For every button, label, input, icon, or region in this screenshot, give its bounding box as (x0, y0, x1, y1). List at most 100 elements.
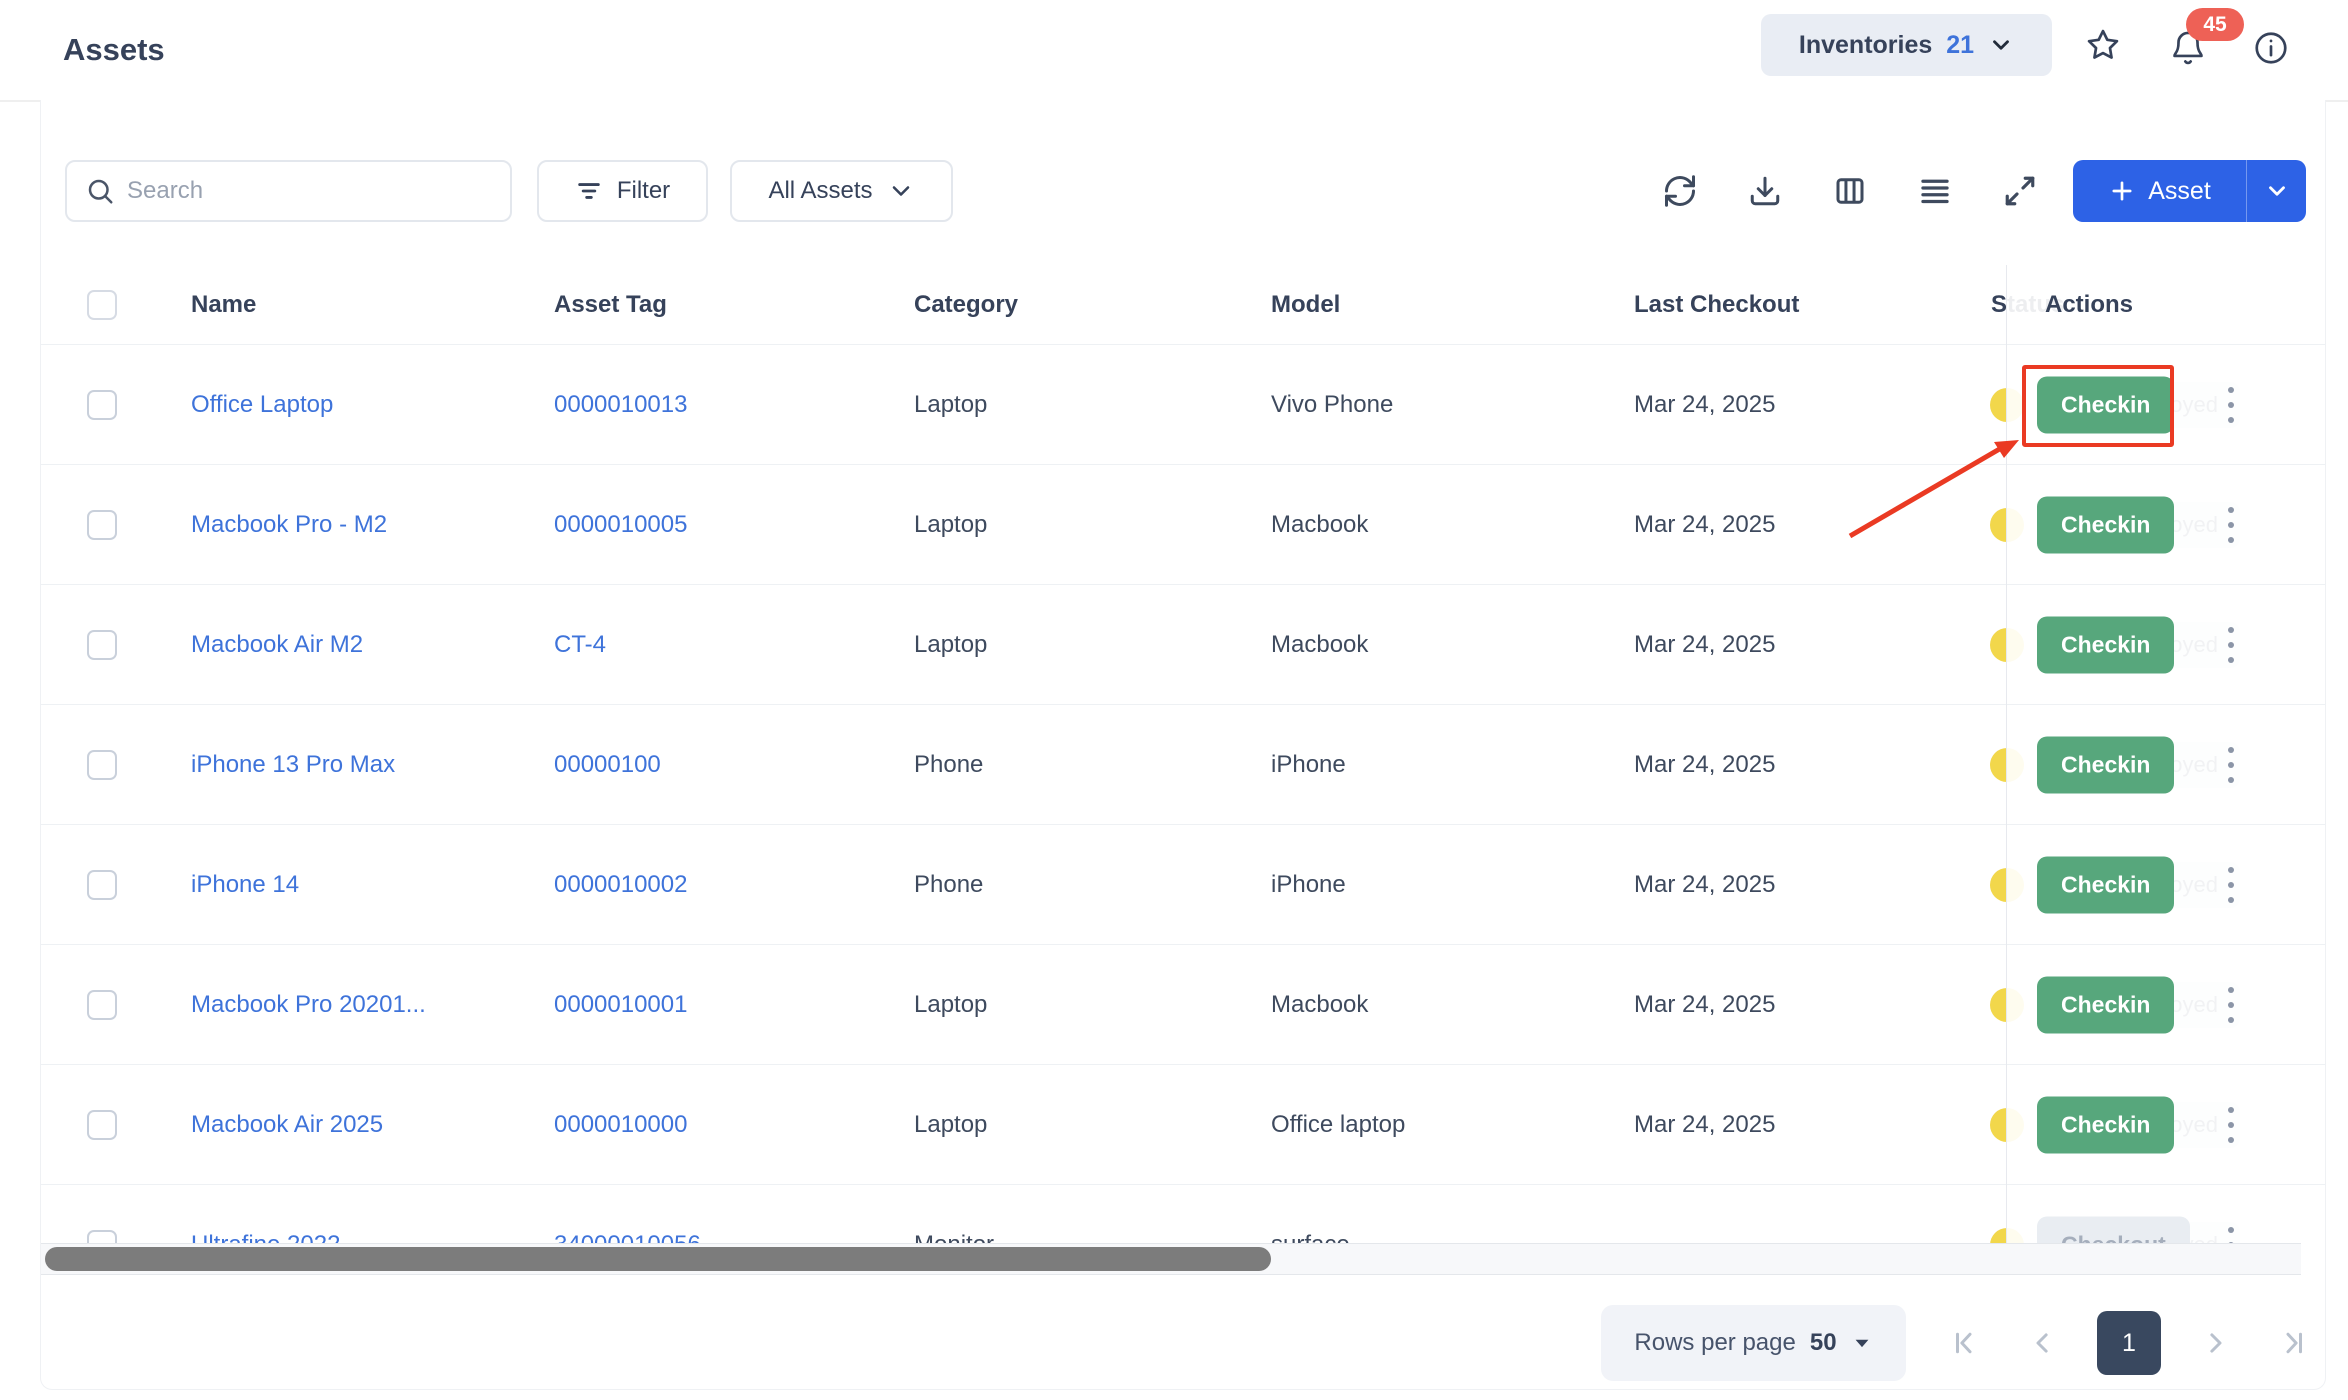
kebab-menu-icon[interactable] (2211, 375, 2251, 435)
column-header-name[interactable]: Name (191, 291, 256, 319)
asset-name-link[interactable]: iPhone 14 (191, 871, 299, 899)
columns-icon[interactable] (1831, 172, 1869, 210)
actions-sticky-column: Actions Checkin Checkin Checkin Checkin … (2006, 265, 2325, 1255)
actions-cell: Checkin (2007, 465, 2325, 585)
row-checkbox[interactable] (87, 510, 117, 540)
filter-label: Filter (617, 177, 670, 205)
row-checkbox[interactable] (87, 390, 117, 420)
kebab-menu-icon[interactable] (2211, 735, 2251, 795)
current-page-button[interactable]: 1 (2097, 1311, 2161, 1375)
column-header-asset-tag[interactable]: Asset Tag (554, 291, 667, 319)
asset-name-link[interactable]: Macbook Air 2025 (191, 1111, 383, 1139)
chevron-down-icon (2264, 178, 2290, 204)
rows-per-page-dropdown[interactable]: Rows per page 50 (1601, 1305, 1906, 1381)
checkin-button[interactable]: Checkin (2037, 856, 2174, 913)
table-body: Office Laptop 0000010013 Laptop Vivo Pho… (41, 345, 2325, 1255)
row-checkbox[interactable] (87, 630, 117, 660)
asset-name-link[interactable]: Office Laptop (191, 391, 333, 419)
bell-icon[interactable]: 45 (2168, 28, 2208, 68)
refresh-icon[interactable] (1661, 172, 1699, 210)
checkin-button[interactable]: Checkin (2037, 1096, 2174, 1153)
kebab-menu-icon[interactable] (2211, 615, 2251, 675)
column-header-model[interactable]: Model (1271, 291, 1340, 319)
pagination-footer: Rows per page 50 1 (41, 1300, 2325, 1390)
first-page-button[interactable] (1941, 1311, 1989, 1375)
checkin-button[interactable]: Checkin (2037, 496, 2174, 553)
row-checkbox[interactable] (87, 990, 117, 1020)
row-density-icon[interactable] (1916, 172, 1954, 210)
model-cell: Vivo Phone (1271, 391, 1393, 419)
model-cell: Macbook (1271, 511, 1368, 539)
horizontal-scrollbar-thumb[interactable] (45, 1247, 1271, 1271)
add-asset-button[interactable]: Asset (2073, 160, 2246, 222)
column-header-category[interactable]: Category (914, 291, 1018, 319)
table-row: Office Laptop 0000010013 Laptop Vivo Pho… (41, 345, 2325, 465)
category-cell: Laptop (914, 511, 987, 539)
checkin-button[interactable]: Checkin (2037, 616, 2174, 673)
chevron-down-icon (887, 177, 915, 205)
model-cell: Macbook (1271, 991, 1368, 1019)
kebab-menu-icon[interactable] (2211, 855, 2251, 915)
add-asset-label: Asset (2148, 177, 2211, 206)
last-checkout-cell: Mar 24, 2025 (1634, 1111, 1775, 1139)
inventories-count: 21 (1946, 31, 1974, 60)
assets-card: Filter All Assets (40, 100, 2326, 1390)
plus-icon (2108, 177, 2136, 205)
filter-button[interactable]: Filter (537, 160, 708, 222)
chevron-down-icon (1988, 32, 2014, 58)
last-page-button[interactable] (2269, 1311, 2317, 1375)
export-download-icon[interactable] (1746, 172, 1784, 210)
checkin-button[interactable]: Checkin (2037, 376, 2174, 433)
table-row: iPhone 14 0000010002 Phone iPhone Mar 24… (41, 825, 2325, 945)
previous-page-button[interactable] (2019, 1311, 2067, 1375)
checkin-button[interactable]: Checkin (2037, 976, 2174, 1033)
select-all-checkbox[interactable] (87, 290, 117, 320)
last-checkout-cell: Mar 24, 2025 (1634, 631, 1775, 659)
asset-name-link[interactable]: Macbook Air M2 (191, 631, 363, 659)
assets-page: Assets Inventories 21 45 (0, 0, 2348, 1400)
kebab-menu-icon[interactable] (2211, 1095, 2251, 1155)
asset-scope-dropdown[interactable]: All Assets (730, 160, 953, 222)
filter-icon (575, 177, 603, 205)
star-icon[interactable] (2083, 25, 2123, 65)
category-cell: Laptop (914, 1111, 987, 1139)
asset-tag-link[interactable]: 0000010005 (554, 511, 687, 539)
asset-tag-link[interactable]: 0000010000 (554, 1111, 687, 1139)
asset-tag-link[interactable]: 0000010002 (554, 871, 687, 899)
info-icon[interactable] (2251, 28, 2291, 68)
table-row: Macbook Pro - M2 0000010005 Laptop Macbo… (41, 465, 2325, 585)
search-box (65, 160, 512, 222)
model-cell: Office laptop (1271, 1111, 1405, 1139)
kebab-menu-icon[interactable] (2211, 975, 2251, 1035)
model-cell: iPhone (1271, 871, 1346, 899)
inventories-dropdown[interactable]: Inventories 21 (1761, 14, 2052, 76)
actions-cell: Checkin (2007, 345, 2325, 465)
column-header-actions: Actions (2045, 291, 2133, 319)
asset-tag-link[interactable]: 00000100 (554, 751, 661, 779)
row-checkbox[interactable] (87, 750, 117, 780)
add-asset-menu-button[interactable] (2246, 160, 2306, 222)
rows-per-page-value: 50 (1810, 1329, 1837, 1357)
asset-tag-link[interactable]: 0000010001 (554, 991, 687, 1019)
row-checkbox[interactable] (87, 870, 117, 900)
assets-table: Name Asset Tag Category Model Last Check… (41, 265, 2325, 1255)
search-input[interactable] (127, 177, 492, 205)
column-header-last-checkout[interactable]: Last Checkout (1634, 291, 1799, 319)
next-page-button[interactable] (2191, 1311, 2239, 1375)
kebab-menu-icon[interactable] (2211, 495, 2251, 555)
row-checkbox[interactable] (87, 1110, 117, 1140)
fullscreen-expand-icon[interactable] (2001, 172, 2039, 210)
last-checkout-cell: Mar 24, 2025 (1634, 751, 1775, 779)
horizontal-scrollbar-track[interactable] (41, 1243, 2301, 1275)
checkin-button[interactable]: Checkin (2037, 736, 2174, 793)
add-asset-split-button: Asset (2073, 160, 2306, 222)
asset-name-link[interactable]: Macbook Pro - M2 (191, 511, 387, 539)
asset-tag-link[interactable]: CT-4 (554, 631, 606, 659)
category-cell: Laptop (914, 391, 987, 419)
asset-name-link[interactable]: Macbook Pro 20201... (191, 991, 426, 1019)
scope-label: All Assets (768, 177, 872, 205)
asset-tag-link[interactable]: 0000010013 (554, 391, 687, 419)
actions-cell: Checkin (2007, 585, 2325, 705)
page-title: Assets (63, 32, 165, 68)
asset-name-link[interactable]: iPhone 13 Pro Max (191, 751, 395, 779)
